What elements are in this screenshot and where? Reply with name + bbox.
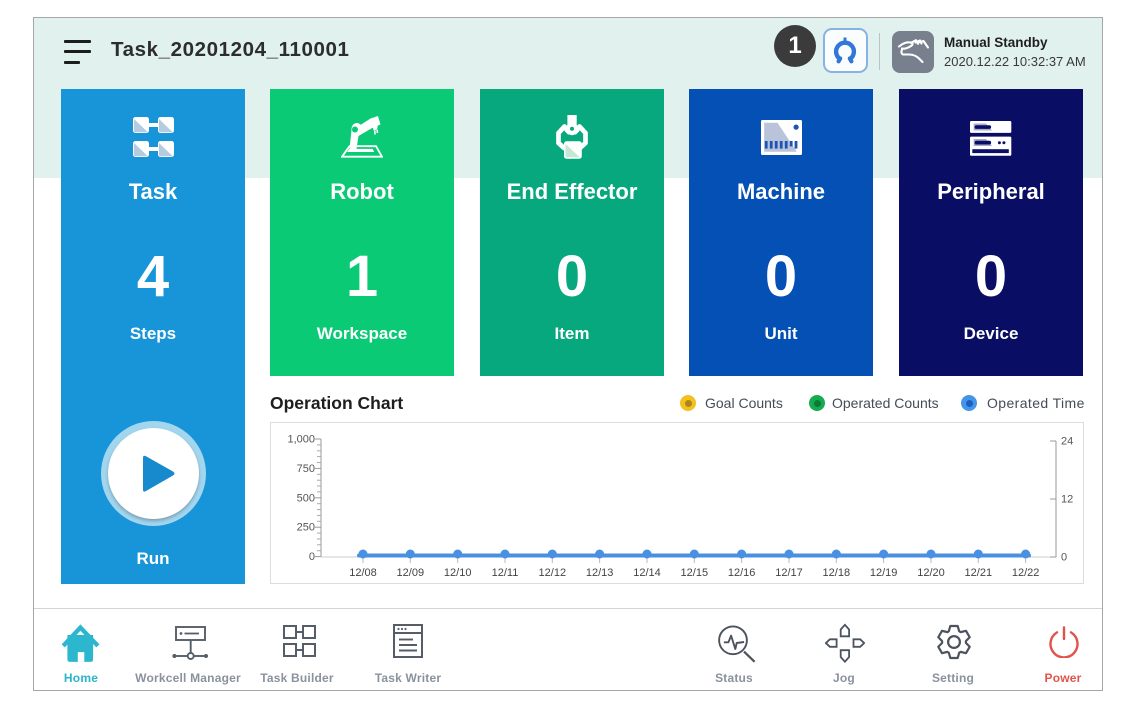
- svg-text:250: 250: [297, 522, 315, 534]
- svg-text:12/21: 12/21: [965, 567, 993, 579]
- svg-text:1,000: 1,000: [287, 434, 315, 446]
- svg-text:12/16: 12/16: [728, 567, 756, 579]
- svg-text:750: 750: [297, 463, 315, 475]
- svg-text:500: 500: [297, 492, 315, 504]
- svg-text:12/10: 12/10: [444, 567, 472, 579]
- svg-text:24: 24: [1061, 436, 1073, 448]
- svg-text:12/13: 12/13: [586, 567, 614, 579]
- svg-text:0: 0: [1061, 552, 1067, 564]
- svg-text:12/15: 12/15: [681, 567, 709, 579]
- svg-text:12/18: 12/18: [823, 567, 851, 579]
- svg-text:0: 0: [309, 551, 315, 563]
- svg-text:12/09: 12/09: [397, 567, 425, 579]
- svg-text:12/19: 12/19: [870, 567, 898, 579]
- svg-text:12: 12: [1061, 494, 1073, 506]
- svg-text:12/17: 12/17: [775, 567, 803, 579]
- svg-text:12/20: 12/20: [917, 567, 945, 579]
- svg-text:12/22: 12/22: [1012, 567, 1040, 579]
- svg-text:12/12: 12/12: [539, 567, 567, 579]
- svg-text:12/08: 12/08: [349, 567, 377, 579]
- svg-text:12/11: 12/11: [492, 567, 519, 579]
- svg-text:12/14: 12/14: [633, 567, 661, 579]
